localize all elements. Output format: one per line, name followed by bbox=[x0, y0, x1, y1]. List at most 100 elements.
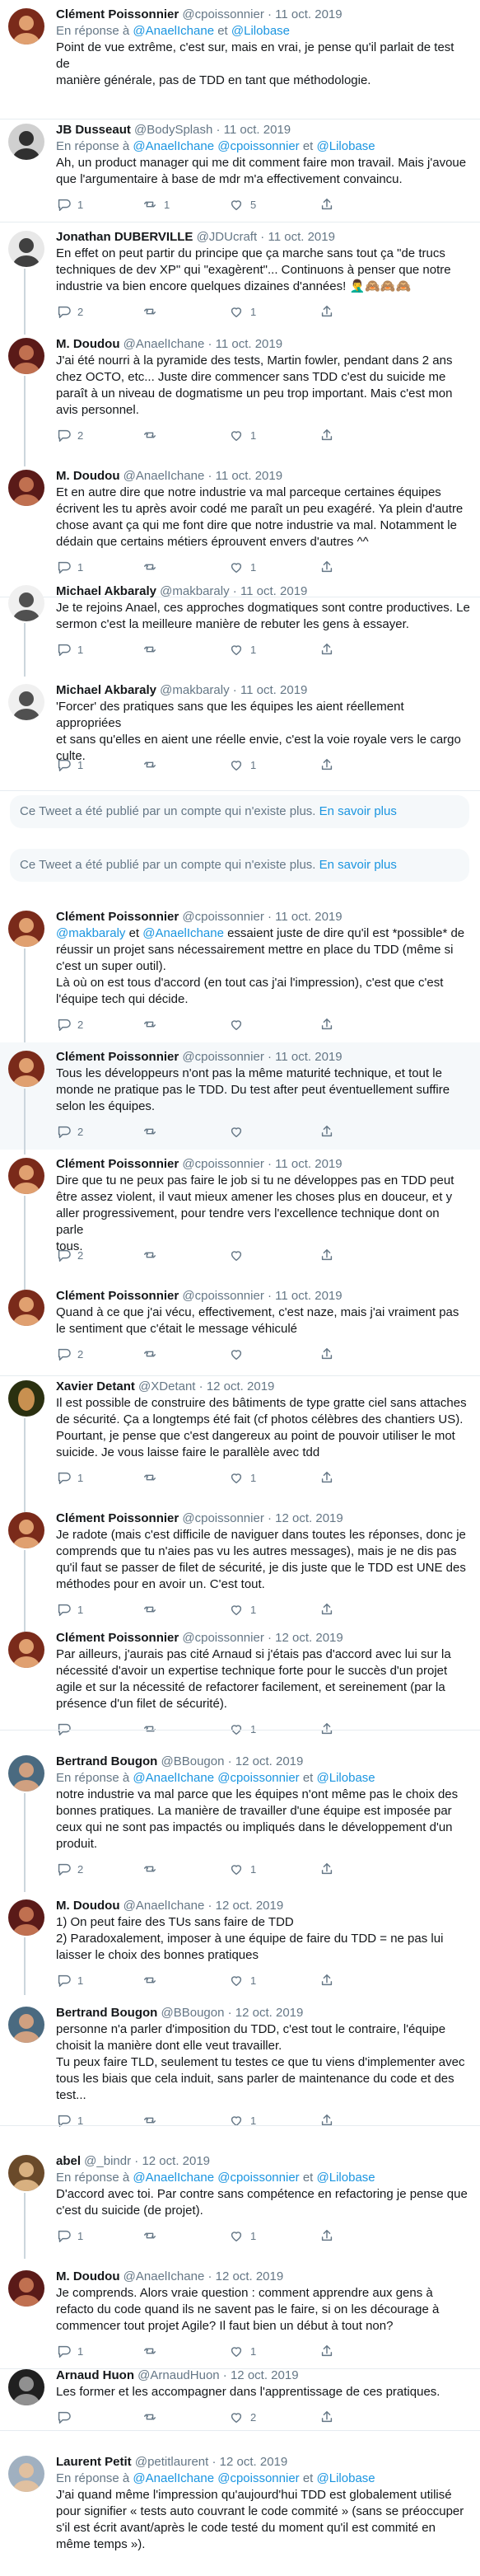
learn-more-link[interactable]: En savoir plus bbox=[319, 804, 397, 818]
user-handle[interactable]: @JDUcraft bbox=[193, 230, 258, 244]
retweet-button[interactable] bbox=[142, 641, 157, 658]
mention-link[interactable]: @cpoissonnier bbox=[217, 2471, 299, 2485]
tweet[interactable]: Bertrand Bougon @BBougon · 12 oct. 2019 E… bbox=[0, 1747, 480, 1892]
reply-button[interactable]: 2 bbox=[56, 1861, 83, 1877]
reply-button[interactable] bbox=[56, 2409, 71, 2425]
mention-link[interactable]: @AnaelIchane bbox=[142, 926, 224, 940]
tweet[interactable]: M. Doudou @AnaelIchane · 12 oct. 2019 Je … bbox=[0, 2262, 480, 2369]
reply-button[interactable]: 2 bbox=[56, 1247, 83, 1263]
share-button[interactable] bbox=[319, 2112, 334, 2129]
mention-link[interactable]: @Lilobase bbox=[317, 2471, 375, 2485]
mention-link[interactable]: @AnaelIchane bbox=[133, 2471, 214, 2485]
display-name[interactable]: Clément Poissonnier bbox=[56, 910, 179, 924]
share-button[interactable] bbox=[319, 1469, 334, 1486]
share-button[interactable] bbox=[319, 303, 334, 320]
reply-button[interactable]: 1 bbox=[56, 1972, 83, 1988]
display-name[interactable]: Xavier Detant bbox=[56, 1379, 135, 1393]
share-button[interactable] bbox=[319, 641, 334, 658]
like-button[interactable]: 1 bbox=[229, 2343, 256, 2359]
mention-link[interactable]: @cpoissonnier bbox=[217, 1771, 299, 1785]
tweet-date[interactable]: 12 oct. 2019 bbox=[207, 1379, 275, 1393]
share-button[interactable] bbox=[319, 196, 334, 213]
tweet-date[interactable]: 12 oct. 2019 bbox=[235, 1754, 304, 1768]
user-handle[interactable]: @cpoissonnier bbox=[179, 1511, 263, 1525]
reply-button[interactable]: 1 bbox=[56, 641, 83, 658]
user-handle[interactable]: @cpoissonnier bbox=[179, 1157, 263, 1171]
user-handle[interactable]: @BodySplash bbox=[131, 123, 212, 137]
retweet-button[interactable] bbox=[142, 427, 157, 443]
share-button[interactable] bbox=[319, 1123, 334, 1140]
tweet-date[interactable]: 12 oct. 2019 bbox=[220, 2455, 288, 2469]
tweet[interactable]: Clément Poissonnier @cpoissonnier · 11 o… bbox=[0, 902, 480, 1047]
tweet[interactable]: JB Dusseaut @BodySplash · 11 oct. 2019 En… bbox=[0, 115, 480, 222]
like-button[interactable]: 1 bbox=[229, 1469, 256, 1486]
reply-button[interactable]: 2 bbox=[56, 1346, 83, 1362]
like-button[interactable]: 1 bbox=[229, 303, 256, 320]
share-button[interactable] bbox=[319, 1972, 334, 1988]
display-name[interactable]: Michael Akbaraly bbox=[56, 683, 156, 697]
user-handle[interactable]: @BBougon bbox=[157, 2006, 224, 2020]
tweet-date[interactable]: 12 oct. 2019 bbox=[235, 2006, 304, 2020]
retweet-button[interactable] bbox=[142, 2112, 157, 2129]
tweet-date[interactable]: 11 oct. 2019 bbox=[275, 910, 342, 924]
avatar[interactable] bbox=[8, 911, 44, 947]
learn-more-link[interactable]: En savoir plus bbox=[319, 858, 397, 872]
user-handle[interactable]: @XDetant bbox=[135, 1379, 195, 1393]
tweet[interactable]: Clément Poissonnier @cpoissonnier · 12 o… bbox=[0, 1504, 480, 1641]
tweet[interactable]: Clément Poissonnier @cpoissonnier · 11 o… bbox=[0, 1042, 480, 1155]
mention-link[interactable]: @Lilobase bbox=[231, 24, 290, 38]
avatar[interactable] bbox=[8, 338, 44, 374]
share-button[interactable] bbox=[319, 427, 334, 443]
share-button[interactable] bbox=[319, 1721, 334, 1737]
avatar[interactable] bbox=[8, 2456, 44, 2492]
retweet-button[interactable] bbox=[142, 1123, 157, 1140]
reply-button[interactable]: 2 bbox=[56, 427, 83, 443]
display-name[interactable]: Clément Poissonnier bbox=[56, 7, 179, 21]
display-name[interactable]: M. Doudou bbox=[56, 2269, 119, 2283]
retweet-button[interactable] bbox=[142, 1721, 157, 1737]
reply-button[interactable]: 2 bbox=[56, 1123, 83, 1140]
retweet-button[interactable] bbox=[142, 1247, 157, 1263]
share-button[interactable] bbox=[319, 1861, 334, 1877]
mention-link[interactable]: @Lilobase bbox=[317, 1771, 375, 1785]
tweet-date[interactable]: 11 oct. 2019 bbox=[224, 123, 291, 137]
tweet[interactable]: Laurent Petit @petitlaurent · 12 oct. 20… bbox=[0, 2447, 480, 2576]
retweet-button[interactable] bbox=[142, 1346, 157, 1362]
user-handle[interactable]: @cpoissonnier bbox=[179, 910, 263, 924]
tweet[interactable]: Clément Poissonnier @cpoissonnier · 11 o… bbox=[0, 1281, 480, 1376]
user-handle[interactable]: @AnaelIchane bbox=[119, 2269, 205, 2283]
reply-button[interactable] bbox=[56, 1721, 71, 1737]
share-button[interactable] bbox=[319, 2409, 334, 2425]
avatar[interactable] bbox=[8, 8, 44, 44]
reply-button[interactable]: 1 bbox=[56, 559, 83, 575]
tweet-date[interactable]: 11 oct. 2019 bbox=[275, 1050, 342, 1064]
tweet[interactable]: Michael Akbaraly @makbaraly · 11 oct. 20… bbox=[0, 577, 480, 677]
tweet-date[interactable]: 12 oct. 2019 bbox=[275, 1511, 343, 1525]
display-name[interactable]: Clément Poissonnier bbox=[56, 1631, 179, 1645]
like-button[interactable]: 1 bbox=[229, 559, 256, 575]
tweet-date[interactable]: 11 oct. 2019 bbox=[275, 1289, 342, 1303]
avatar[interactable] bbox=[8, 1632, 44, 1668]
reply-button[interactable]: 1 bbox=[56, 1601, 83, 1618]
avatar[interactable] bbox=[8, 231, 44, 267]
display-name[interactable]: Clément Poissonnier bbox=[56, 1050, 179, 1064]
share-button[interactable] bbox=[319, 756, 334, 773]
avatar[interactable] bbox=[8, 1899, 44, 1936]
retweet-button[interactable] bbox=[142, 756, 157, 773]
tweet-date[interactable]: 11 oct. 2019 bbox=[216, 469, 282, 483]
avatar[interactable] bbox=[8, 2007, 44, 2043]
reply-button[interactable]: 1 bbox=[56, 2112, 83, 2129]
mention-link[interactable]: @cpoissonnier bbox=[217, 2171, 299, 2185]
tweet[interactable]: Clément Poissonnier @cpoissonnier · 11 o… bbox=[0, 1150, 480, 1295]
reply-button[interactable]: 2 bbox=[56, 303, 83, 320]
mention-link[interactable]: @makbaraly bbox=[56, 926, 125, 940]
display-name[interactable]: M. Doudou bbox=[56, 469, 119, 483]
retweet-button[interactable] bbox=[142, 1469, 157, 1486]
like-button[interactable] bbox=[229, 1016, 244, 1033]
mention-link[interactable]: @Lilobase bbox=[317, 139, 375, 153]
avatar[interactable] bbox=[8, 2270, 44, 2307]
display-name[interactable]: Bertrand Bougon bbox=[56, 2006, 157, 2020]
reply-button[interactable]: 1 bbox=[56, 1469, 83, 1486]
avatar[interactable] bbox=[8, 1380, 44, 1417]
share-button[interactable] bbox=[319, 559, 334, 575]
